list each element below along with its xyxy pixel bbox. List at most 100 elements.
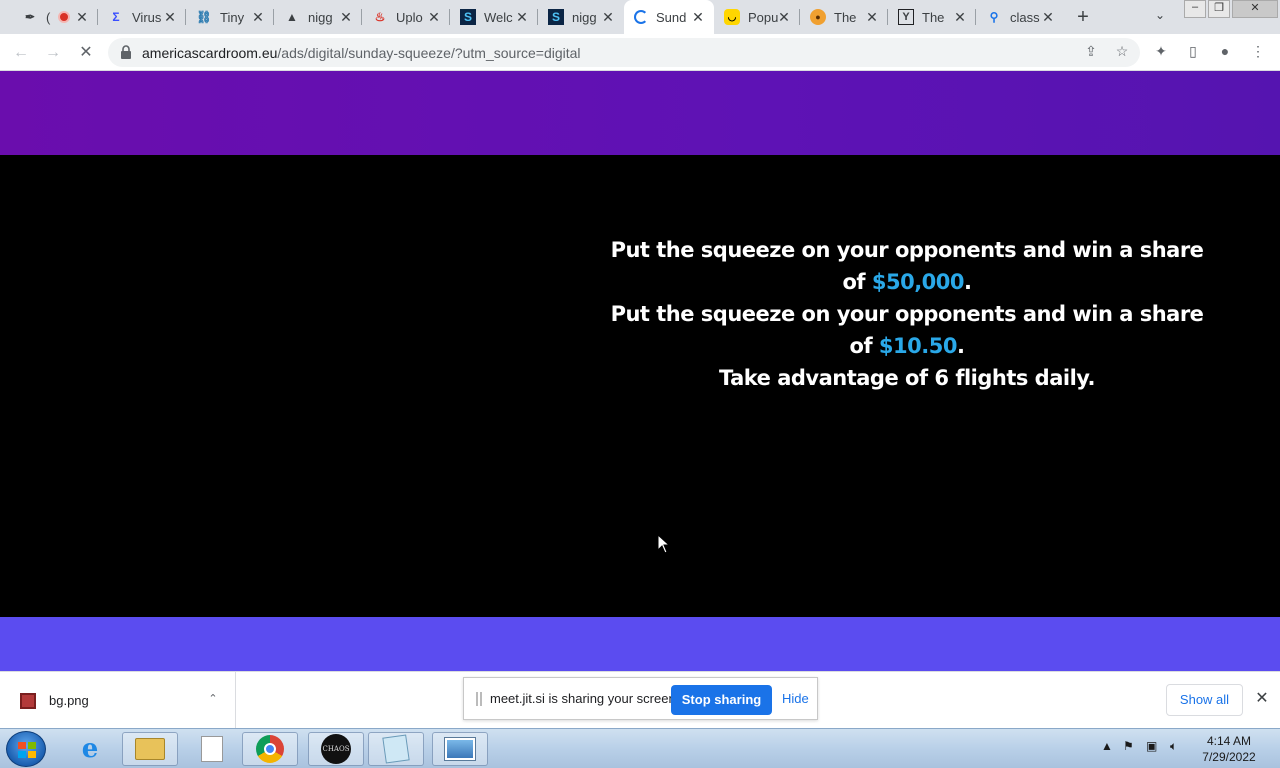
- close-icon[interactable]: ✕: [1040, 9, 1056, 25]
- tab-1[interactable]: ✒ ( ✕: [12, 0, 98, 34]
- file-explorer-icon[interactable]: [122, 732, 178, 766]
- bookmark-star-icon[interactable]: ☆: [1113, 43, 1131, 61]
- url-path: /ads/digital/sunday-squeeze/?utm_source=…: [277, 45, 581, 61]
- system-clock[interactable]: 4:14 AM 7/29/2022: [1196, 733, 1262, 765]
- close-icon[interactable]: ✕: [338, 9, 354, 25]
- share-icon[interactable]: ⇪: [1082, 43, 1100, 61]
- close-shelf-icon[interactable]: ✕: [1254, 691, 1270, 707]
- close-icon[interactable]: ✕: [162, 9, 178, 25]
- url-host: americascardroom.eu: [142, 45, 278, 61]
- show-all-button[interactable]: Show all: [1166, 684, 1243, 716]
- stop-loading-button[interactable]: ✕: [75, 42, 97, 64]
- s-icon: S: [548, 9, 564, 25]
- url-text[interactable]: americascardroom.eu/ads/digital/sunday-s…: [142, 45, 581, 61]
- restore-button[interactable]: ❐: [1208, 0, 1230, 18]
- tab-search-chevron-icon[interactable]: ⌄: [1150, 8, 1170, 26]
- show-hidden-icons-icon[interactable]: ▲: [1101, 739, 1113, 753]
- mountain-icon: ▲: [286, 10, 298, 24]
- tab-12[interactable]: ⚲ class ✕: [976, 0, 1064, 34]
- close-icon[interactable]: ✕: [426, 9, 442, 25]
- screen-sharing-notice: meet.jit.si is sharing your screen. Stop…: [463, 677, 818, 720]
- notepad-file-icon[interactable]: [184, 732, 240, 766]
- sigma-icon: Σ: [112, 10, 120, 24]
- close-icon[interactable]: ✕: [952, 9, 968, 25]
- stop-sharing-button[interactable]: Stop sharing: [671, 685, 772, 715]
- tab-10[interactable]: ● The ✕: [800, 0, 888, 34]
- download-item[interactable]: bg.png ⌃: [0, 672, 236, 729]
- smiley-icon: ◡: [724, 9, 740, 25]
- recording-icon: [58, 11, 70, 23]
- internet-explorer-icon[interactable]: e: [62, 732, 118, 766]
- feather-icon: ✒: [24, 10, 36, 24]
- close-icon[interactable]: ✕: [690, 9, 706, 25]
- chevron-up-icon[interactable]: ⌃: [206, 692, 220, 706]
- tab-3[interactable]: ⛓ Tiny ✕: [186, 0, 274, 34]
- forward-button[interactable]: →: [42, 42, 64, 64]
- prize-amount: $50,000: [871, 270, 965, 294]
- promo-line-2: Put the squeeze on your opponents and wi…: [610, 302, 1204, 358]
- flame-icon: ♨: [374, 10, 386, 24]
- link-icon: ⛓: [196, 10, 212, 24]
- s-icon: S: [460, 9, 476, 25]
- image-file-icon: [20, 693, 36, 709]
- chaos-app-icon[interactable]: CHAOS: [308, 732, 364, 766]
- windows-logo-icon: [18, 742, 36, 758]
- sharing-message: meet.jit.si is sharing your screen.: [490, 691, 680, 706]
- new-tab-button[interactable]: +: [1072, 6, 1094, 28]
- address-bar[interactable]: americascardroom.eu/ads/digital/sunday-s…: [108, 38, 1140, 67]
- back-button[interactable]: ←: [10, 42, 32, 64]
- image-viewer-icon[interactable]: [432, 732, 488, 766]
- close-icon[interactable]: ✕: [74, 9, 90, 25]
- page-content: Put the squeeze on your opponents and wi…: [0, 71, 1280, 671]
- clock-date: 7/29/2022: [1202, 750, 1256, 764]
- tab-strip: ✒ ( ✕ Σ Virus ✕ ⛓ Tiny ✕ ▲ nigg ✕ ♨ Uplo…: [0, 0, 1280, 34]
- windows-taskbar: e CHAOS ▲ ⚑ ▣ 🔈︎ 4:14 AM 7/29/2022: [0, 728, 1280, 768]
- hide-button[interactable]: Hide: [782, 691, 809, 706]
- tab-2[interactable]: Σ Virus ✕: [98, 0, 186, 34]
- lock-icon: [121, 45, 131, 59]
- download-shelf: bg.png ⌃ meet.jit.si is sharing your scr…: [0, 671, 1280, 729]
- clock-time: 4:14 AM: [1206, 734, 1252, 748]
- tab-title: Sund: [656, 9, 687, 25]
- tab-7[interactable]: S nigg ✕: [538, 0, 624, 34]
- tab-11[interactable]: Y The ✕: [888, 0, 976, 34]
- promo-line-3: Take advantage of 6 flights daily.: [718, 366, 1096, 390]
- face-icon: ●: [810, 9, 826, 25]
- tab-9[interactable]: ◡ Popu ✕: [714, 0, 800, 34]
- close-icon[interactable]: ✕: [514, 9, 530, 25]
- browser-toolbar: ← → ✕ americascardroom.eu/ads/digital/su…: [0, 34, 1280, 71]
- chrome-icon[interactable]: [242, 732, 298, 766]
- network-icon[interactable]: ▣: [1146, 739, 1157, 753]
- menu-kebab-icon[interactable]: ⋮: [1248, 43, 1268, 63]
- download-file-name: bg.png: [49, 693, 89, 708]
- close-icon[interactable]: ✕: [864, 9, 880, 25]
- close-icon[interactable]: ✕: [250, 9, 266, 25]
- tab-5[interactable]: ♨ Uplo ✕: [362, 0, 450, 34]
- tab-6[interactable]: S Welc ✕: [450, 0, 538, 34]
- side-panel-icon[interactable]: ▯: [1183, 43, 1203, 63]
- bottom-banner-band: [0, 617, 1280, 671]
- profile-avatar-icon[interactable]: ●: [1215, 43, 1235, 63]
- top-banner-band: [0, 71, 1280, 155]
- tab-title: (: [46, 9, 51, 25]
- drag-handle-icon[interactable]: [476, 692, 482, 706]
- promo-text: Put the squeeze on your opponents and wi…: [600, 234, 1214, 394]
- notepad-app-icon[interactable]: [368, 732, 424, 766]
- minimize-button[interactable]: –: [1184, 0, 1206, 18]
- y-icon: Y: [898, 9, 914, 25]
- action-center-flag-icon[interactable]: ⚑: [1123, 739, 1134, 753]
- tab-8-active[interactable]: Sund ✕: [624, 0, 714, 34]
- extensions-puzzle-icon[interactable]: ✦: [1151, 43, 1171, 63]
- chaos-label: CHAOS: [321, 734, 351, 764]
- close-icon[interactable]: ✕: [600, 9, 616, 25]
- volume-icon[interactable]: 🔈︎: [1170, 739, 1177, 754]
- close-icon[interactable]: ✕: [776, 9, 792, 25]
- mouse-cursor-icon: [657, 534, 671, 554]
- search-icon: ⚲: [989, 10, 999, 24]
- start-button[interactable]: [6, 731, 46, 767]
- tab-4[interactable]: ▲ nigg ✕: [274, 0, 362, 34]
- prize-amount: $10.50: [878, 334, 958, 358]
- loading-spinner-icon: [634, 10, 648, 24]
- promo-line-1: Put the squeeze on your opponents and wi…: [610, 238, 1204, 294]
- close-window-button[interactable]: ✕: [1232, 0, 1278, 18]
